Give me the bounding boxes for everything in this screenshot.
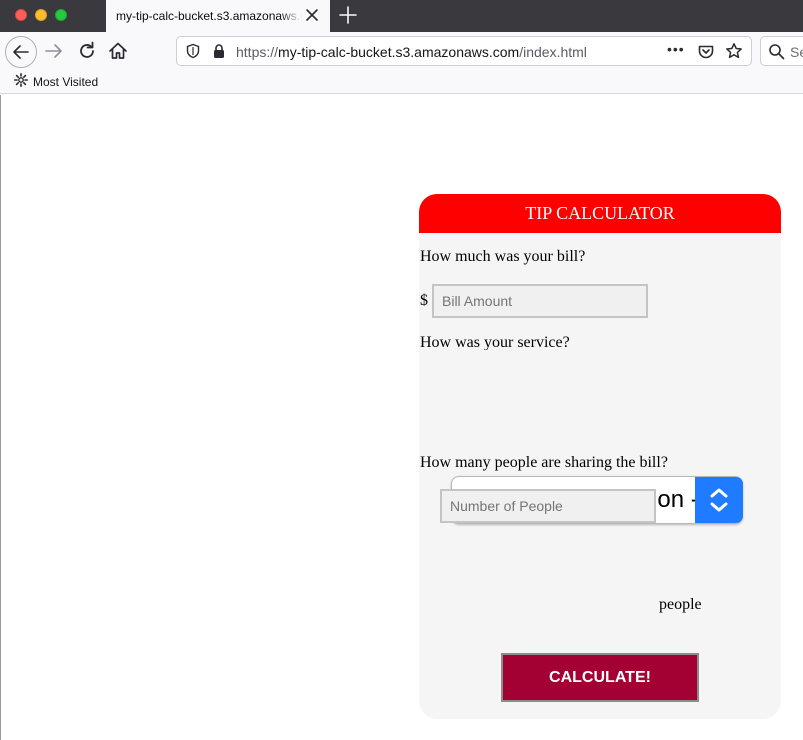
bookmarks-toolbar: Most Visited xyxy=(0,70,803,94)
bill-amount-placeholder: Bill Amount xyxy=(442,293,513,309)
calculate-button[interactable]: CALCULATE! xyxy=(501,653,699,702)
lock-icon[interactable] xyxy=(211,43,227,64)
number-of-people-input[interactable]: Number of People xyxy=(440,489,656,523)
tab-title: my-tip-calc-bucket.s3.amazonaws.com/inde… xyxy=(116,9,302,23)
close-window-button[interactable] xyxy=(15,9,27,21)
url-host: my-tip-calc-bucket.s3.amazonaws.com xyxy=(278,44,520,60)
forward-arrow-icon[interactable] xyxy=(43,40,65,62)
search-box[interactable]: Se xyxy=(760,36,803,66)
tracking-protection-shield-icon[interactable] xyxy=(185,43,201,64)
url-path: /index.html xyxy=(519,44,587,60)
active-tab[interactable]: my-tip-calc-bucket.s3.amazonaws.com/inde… xyxy=(106,0,330,32)
calculator-title: TIP CALCULATOR xyxy=(525,203,675,223)
pocket-icon[interactable] xyxy=(697,43,715,66)
tab-bar: my-tip-calc-bucket.s3.amazonaws.com/inde… xyxy=(0,0,803,32)
navigation-toolbar: https://my-tip-calc-bucket.s3.amazonaws.… xyxy=(0,32,803,70)
service-question: How was your service? xyxy=(420,334,570,351)
select-chevrons-icon[interactable] xyxy=(695,477,743,523)
minimize-window-button[interactable] xyxy=(35,9,47,21)
people-unit-label: people xyxy=(659,596,702,613)
home-icon[interactable] xyxy=(107,40,129,62)
url-scheme: https:// xyxy=(236,44,279,60)
zoom-window-button[interactable] xyxy=(55,9,67,21)
bill-amount-input[interactable]: Bill Amount xyxy=(432,284,648,318)
new-tab-icon[interactable] xyxy=(337,4,359,26)
people-placeholder: Number of People xyxy=(450,498,563,514)
bookmark-label: Most Visited xyxy=(33,75,99,89)
search-placeholder: Se xyxy=(790,44,803,60)
page-actions-icon[interactable]: ••• xyxy=(667,41,685,57)
reload-icon[interactable] xyxy=(76,40,98,62)
address-bar[interactable]: https://my-tip-calc-bucket.s3.amazonaws.… xyxy=(176,36,752,66)
url-text[interactable]: https://my-tip-calc-bucket.s3.amazonaws.… xyxy=(236,44,587,60)
tip-calculator-card: TIP CALCULATOR How much was your bill? $… xyxy=(419,194,781,719)
currency-symbol: $ xyxy=(420,292,428,309)
calculator-header: TIP CALCULATOR xyxy=(419,194,781,233)
people-question: How many people are sharing the bill? xyxy=(420,454,668,471)
page-viewport: TIP CALCULATOR How much was your bill? $… xyxy=(0,95,803,740)
bookmark-most-visited[interactable]: Most Visited xyxy=(14,72,99,92)
bill-question: How much was your bill? xyxy=(420,248,586,265)
gear-icon xyxy=(14,72,28,92)
close-icon[interactable] xyxy=(302,5,322,25)
bookmark-star-icon[interactable] xyxy=(725,42,743,65)
back-button[interactable] xyxy=(5,36,37,68)
search-icon xyxy=(768,43,785,65)
